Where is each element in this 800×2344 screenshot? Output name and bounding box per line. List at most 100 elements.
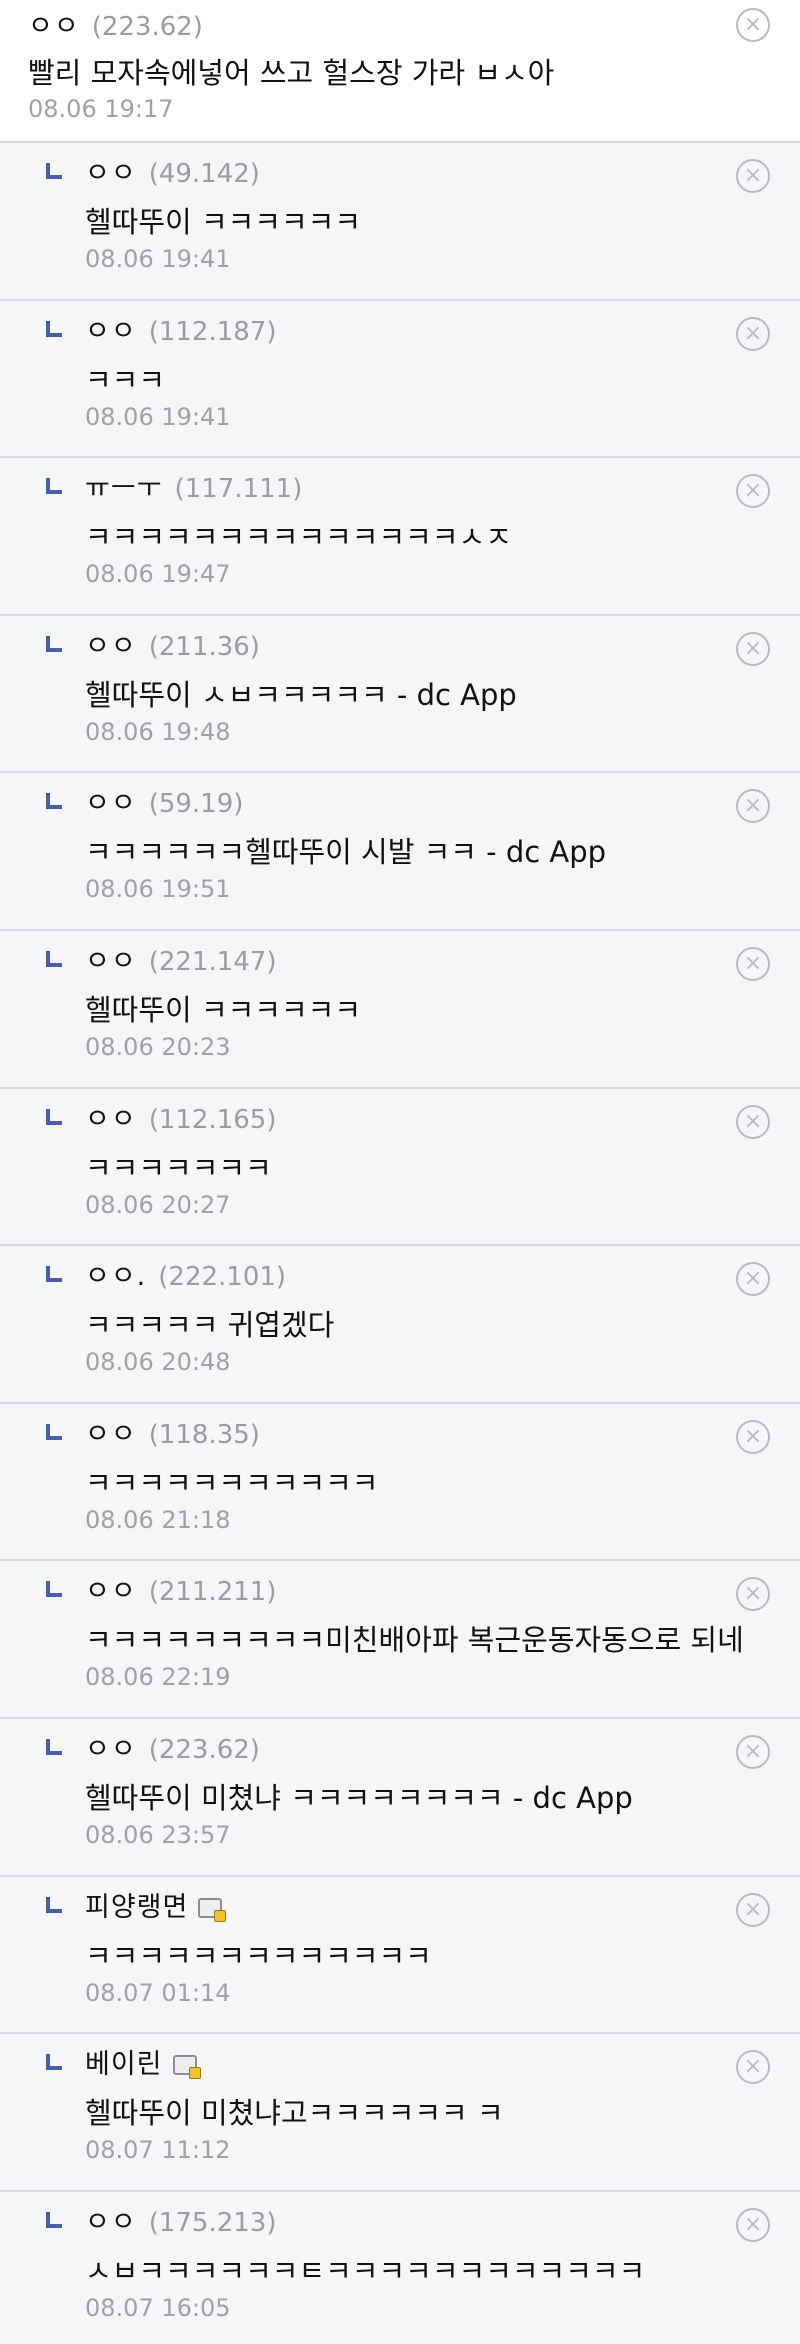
comment-nickname[interactable]: ㅇㅇ	[85, 1097, 137, 1136]
comment-header: ㅇㅇ (59.19)	[85, 781, 243, 820]
reply-arrow-icon	[46, 1108, 62, 1125]
delete-comment-button[interactable]: ×	[736, 1104, 770, 1139]
reply-arrow-icon	[46, 1423, 62, 1440]
comment-text: ㅋㅋㅋㅋㅋㅋㅋㅋㅋㅋㅋ	[85, 1465, 379, 1500]
reply-item: 피양랭면 ㅋㅋㅋㅋㅋㅋㅋㅋㅋㅋㅋㅋㅋ 08.07 01:14 ×	[0, 1876, 800, 2035]
gallog-icon[interactable]	[172, 2055, 201, 2080]
comment-text: 헬따뚜이 ㅅㅂㅋㅋㅋㅋㅋ - dc App	[85, 677, 517, 712]
reply-arrow-icon	[46, 2054, 62, 2071]
comment-text: ㅋㅋㅋㅋㅋㅋㅋ	[85, 1150, 272, 1185]
reply-item: ㅇㅇ (175.213) ㅅㅂㅋㅋㅋㅋㅋㅋㅌㅋㅋㅋㅋㅋㅋㅋㅋㅋㅋㅋㅋ 08.07…	[0, 2191, 800, 2344]
delete-comment-button[interactable]: ×	[736, 946, 770, 981]
delete-comment-button[interactable]: ×	[736, 1734, 770, 1769]
comment-date: 08.06 19:17	[28, 95, 174, 123]
comment-nickname[interactable]: ㅇㅇ	[85, 151, 137, 190]
comment-nickname[interactable]: ㅇㅇ	[85, 2200, 137, 2239]
comment-header: 베이린	[85, 2042, 201, 2081]
delete-comment-button[interactable]: ×	[736, 1577, 770, 1612]
reply-arrow-icon	[46, 1581, 62, 1598]
comment-ip: (223.62)	[91, 12, 203, 42]
comment-header: ㅇㅇ (49.142)	[85, 151, 260, 190]
comment-header: ㅠㅡㅜ (117.111)	[85, 466, 302, 505]
delete-comment-button[interactable]: ×	[736, 1262, 770, 1297]
delete-comment-button[interactable]: ×	[736, 316, 770, 351]
comment-ip: (222.101)	[158, 1262, 287, 1293]
delete-comment-button[interactable]: ×	[736, 474, 770, 509]
delete-comment-button[interactable]: ×	[736, 789, 770, 824]
comment-ip: (112.165)	[148, 1104, 277, 1135]
comment-nickname[interactable]: ㅇㅇ	[85, 781, 137, 820]
comment-text: ㅅㅂㅋㅋㅋㅋㅋㅋㅌㅋㅋㅋㅋㅋㅋㅋㅋㅋㅋㅋㅋ	[85, 2253, 646, 2288]
comment-nickname[interactable]: ㅇㅇ	[85, 1727, 137, 1766]
gallog-icon[interactable]	[198, 1897, 227, 1922]
comment-text: ㅋㅋㅋㅋㅋㅋㅋㅋㅋㅋㅋㅋㅋ	[85, 1938, 432, 1973]
reply-arrow-icon	[46, 1266, 62, 1283]
reply-arrow-icon	[46, 1738, 62, 1755]
comment-header: ㅇㅇ (211.36)	[85, 624, 260, 663]
comment-ip: (118.35)	[148, 1419, 260, 1450]
comment-text: ㅋㅋㅋㅋㅋ 귀엽겠다	[85, 1308, 335, 1343]
comment-ip: (59.19)	[148, 789, 244, 820]
comment-text: ㅋㅋㅋㅋㅋㅋㅋㅋㅋㅋㅋㅋㅋㅋㅅㅈ	[85, 520, 512, 555]
comment-ip: (175.213)	[148, 2207, 277, 2238]
reply-arrow-icon	[46, 793, 62, 810]
comment-date: 08.06 20:27	[85, 1190, 231, 1219]
delete-comment-button[interactable]: ×	[736, 2207, 770, 2242]
comment-date: 08.06 23:57	[85, 1820, 231, 1849]
comment-nickname[interactable]: ㅇㅇ	[85, 939, 137, 978]
comment-header: ㅇㅇ. (222.101)	[85, 1254, 286, 1293]
comment-text: ㅋㅋㅋ	[85, 362, 166, 397]
comment-nickname[interactable]: ㅇㅇ	[85, 624, 137, 663]
comment-nickname[interactable]: ㅠㅡㅜ	[85, 466, 163, 505]
reply-arrow-icon	[46, 2211, 62, 2228]
comment-nickname[interactable]: ㅇㅇ	[85, 1569, 137, 1608]
comment-date: 08.07 01:14	[85, 1978, 231, 2007]
comment-header: ㅇㅇ (221.147)	[85, 939, 277, 978]
delete-comment-button[interactable]: ×	[736, 1892, 770, 1927]
comment-header: 피양랭면	[85, 1885, 227, 1924]
comment-nickname[interactable]: 피양랭면	[85, 1885, 188, 1924]
delete-comment-button[interactable]: ×	[736, 8, 770, 42]
comment-ip: (223.62)	[148, 1734, 260, 1765]
comment-ip: (112.187)	[148, 316, 277, 347]
comment-header: ㅇㅇ (211.211)	[85, 1569, 277, 1608]
reply-item: ㅇㅇ (211.211) ㅋㅋㅋㅋㅋㅋㅋㅋㅋ미친배아파 복근운동자동으로 되네 …	[0, 1561, 800, 1719]
reply-item: 베이린 헬따뚜이 미쳤냐고ㅋㅋㅋㅋㅋㅋ ㅋ 08.07 11:12 ×	[0, 2034, 800, 2192]
comment-nickname[interactable]: ㅇㅇ	[85, 309, 137, 348]
comment-date: 08.06 20:48	[85, 1348, 231, 1377]
comment-nickname[interactable]: ㅇㅇ.	[85, 1254, 146, 1293]
delete-comment-button[interactable]: ×	[736, 1419, 770, 1454]
reply-item: ㅇㅇ (112.165) ㅋㅋㅋㅋㅋㅋㅋ 08.06 20:27 ×	[0, 1088, 800, 1247]
reply-item: ㅇㅇ (221.147) 헬따뚜이 ㅋㅋㅋㅋㅋㅋ 08.06 20:23 ×	[0, 930, 800, 1089]
comment-ip: (49.142)	[148, 159, 260, 189]
comment-date: 08.06 22:19	[85, 1663, 231, 1692]
comment-thread: ㅇㅇ (223.62) 빨리 모자속에넣어 쓰고 헐스장 가라 ㅂㅅ아 08.0…	[0, 0, 800, 2344]
comment-nickname[interactable]: 베이린	[85, 2042, 163, 2081]
comment-text: 헬따뚜이 미쳤냐 ㅋㅋㅋㅋㅋㅋㅋㅋ - dc App	[85, 1780, 633, 1815]
reply-arrow-icon	[46, 320, 62, 337]
comment-text: 헬따뚜이 ㅋㅋㅋㅋㅋㅋ	[85, 992, 362, 1027]
comment-header: ㅇㅇ (112.187)	[85, 309, 277, 348]
comment-text: ㅋㅋㅋㅋㅋㅋㅋㅋㅋ미친배아파 복근운동자동으로 되네	[85, 1623, 744, 1658]
comment-date: 08.06 21:18	[85, 1505, 231, 1534]
comment-nickname[interactable]: ㅇㅇ	[28, 4, 80, 43]
reply-item: ㅇㅇ (211.36) 헬따뚜이 ㅅㅂㅋㅋㅋㅋㅋ - dc App 08.06 …	[0, 615, 800, 774]
comment-nickname[interactable]: ㅇㅇ	[85, 1412, 137, 1451]
reply-item: ㅇㅇ (112.187) ㅋㅋㅋ 08.06 19:41 ×	[0, 300, 800, 459]
comment-ip: (211.36)	[148, 631, 260, 662]
comment-ip: (117.111)	[174, 474, 303, 505]
comment-text: 헬따뚜이 ㅋㅋㅋㅋㅋㅋ	[85, 205, 362, 239]
reply-arrow-icon	[46, 635, 62, 652]
comment-text: ㅋㅋㅋㅋㅋㅋ헬따뚜이 시발 ㅋㅋ - dc App	[85, 835, 607, 870]
comment-date: 08.06 19:47	[85, 560, 231, 589]
reply-item: ㅠㅡㅜ (117.111) ㅋㅋㅋㅋㅋㅋㅋㅋㅋㅋㅋㅋㅋㅋㅅㅈ 08.06 19:…	[0, 458, 800, 616]
delete-comment-button[interactable]: ×	[736, 2050, 770, 2085]
comment-date: 08.06 19:41	[85, 402, 231, 431]
comment-date: 08.07 16:05	[85, 2293, 231, 2322]
delete-comment-button[interactable]: ×	[736, 631, 770, 666]
comment-header: ㅇㅇ (223.62)	[28, 4, 203, 43]
comment-date: 08.06 19:48	[85, 717, 231, 746]
comment-ip: (211.211)	[148, 1577, 277, 1608]
delete-comment-button[interactable]: ×	[736, 159, 770, 193]
comment-text: 헬따뚜이 미쳤냐고ㅋㅋㅋㅋㅋㅋ ㅋ	[85, 2096, 504, 2131]
